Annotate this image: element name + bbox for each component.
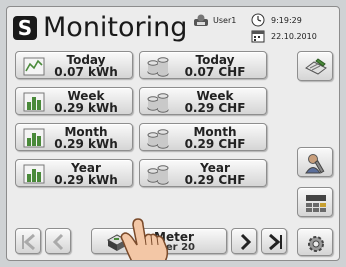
export-button[interactable] — [297, 51, 333, 81]
user-icon — [194, 14, 208, 26]
coins-icon — [147, 93, 169, 113]
year-cost-button[interactable]: Year 0.29 CHF — [139, 159, 267, 187]
coins-icon — [147, 129, 169, 149]
next-icon — [240, 233, 252, 251]
calendar-icon — [251, 30, 265, 43]
monitoring-screen: S Monitoring User1 9:19:29 22.10.2010 To… — [6, 6, 340, 261]
user-settings-button[interactable] — [297, 147, 333, 177]
coins-icon — [147, 57, 169, 77]
pointing-hand-icon — [120, 218, 169, 260]
previous-button[interactable] — [45, 228, 71, 254]
bar-chart-icon — [23, 92, 45, 112]
next-button[interactable] — [231, 228, 257, 254]
settings-gear-icon — [308, 236, 324, 252]
settings-button[interactable] — [297, 228, 333, 256]
time-text: 9:19:29 — [271, 15, 302, 25]
month-cost-button[interactable]: Month 0.29 CHF — [139, 123, 267, 151]
tile-energy-value: 0.29 kWh — [54, 173, 118, 187]
header: S Monitoring User1 9:19:29 22.10.2010 — [13, 12, 335, 46]
bar-chart-icon — [23, 128, 45, 148]
tile-energy-value: 0.07 kWh — [54, 65, 118, 79]
clock-icon — [251, 13, 265, 27]
first-page-icon — [22, 233, 35, 251]
last-page-button[interactable] — [261, 228, 287, 254]
user-name: User1 — [213, 15, 237, 25]
coins-icon — [147, 165, 169, 185]
app-logo: S — [13, 16, 37, 40]
tile-energy-value: 0.29 kWh — [54, 137, 118, 151]
previous-icon — [52, 233, 64, 251]
today-energy-button[interactable]: Today 0.07 kWh — [15, 51, 133, 79]
first-page-button[interactable] — [15, 228, 41, 254]
line-chart-icon — [23, 57, 45, 76]
month-energy-button[interactable]: Month 0.29 kWh — [15, 123, 133, 151]
today-cost-button[interactable]: Today 0.07 CHF — [139, 51, 267, 79]
week-cost-button[interactable]: Week 0.29 CHF — [139, 87, 267, 115]
user-settings-icon — [305, 154, 325, 174]
tile-cost-value: 0.07 CHF — [184, 65, 246, 79]
date-text: 22.10.2010 — [271, 31, 317, 41]
tile-cost-value: 0.29 CHF — [184, 101, 246, 115]
datetime-display: 9:19:29 22.10.2010 — [251, 12, 335, 44]
bar-chart-icon — [23, 164, 45, 184]
tile-cost-value: 0.29 CHF — [184, 173, 246, 187]
year-energy-button[interactable]: Year 0.29 kWh — [15, 159, 133, 187]
last-page-icon — [269, 233, 282, 251]
export-pen-icon — [305, 58, 327, 75]
tile-energy-value: 0.29 kWh — [54, 101, 118, 115]
tile-cost-value: 0.29 CHF — [184, 137, 246, 151]
layout-grid-button[interactable] — [297, 187, 333, 217]
user-indicator[interactable]: User1 — [193, 13, 236, 27]
grid-layout-icon — [306, 195, 326, 212]
page-title: Monitoring — [43, 12, 188, 43]
week-energy-button[interactable]: Week 0.29 kWh — [15, 87, 133, 115]
